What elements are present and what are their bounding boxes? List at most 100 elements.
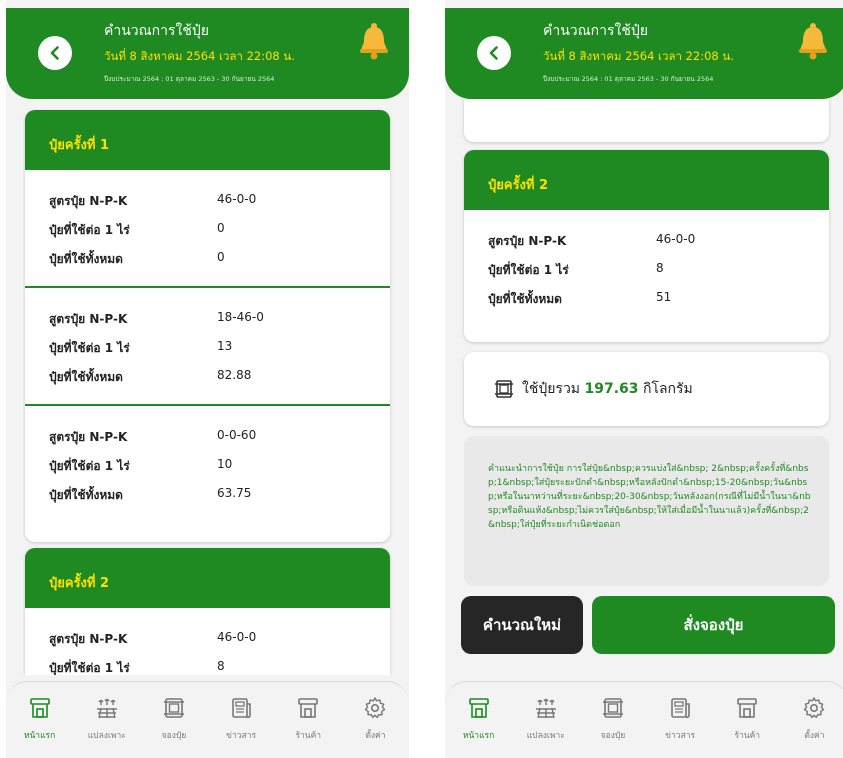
- date-time-text: วันที่ 8 สิงหาคม 2564 เวลา 22:08 น.: [104, 49, 295, 63]
- nav-item-shop[interactable]: ร้านค้า: [714, 682, 781, 758]
- fertilizer-entry: สูตรปุ๋ย N-P-K 46-0-0 ปุ๋ยที่ใช้ต่อ 1 ไร่…: [25, 608, 390, 675]
- sack-icon: [495, 380, 513, 398]
- phone-screen-right: คำนวณการใช้ปุ๋ย วันที่ 8 สิงหาคม 2564 เว…: [445, 0, 843, 758]
- card-title: ปุ๋ยครั้งที่ 2: [25, 548, 390, 608]
- nav-label: ตั้งค่า: [804, 731, 825, 741]
- recalculate-button[interactable]: คำนวณใหม่: [461, 596, 583, 654]
- chevron-left-icon: [489, 46, 498, 60]
- nav-label: ร้านค้า: [734, 731, 761, 741]
- per-rai-value: 10: [217, 457, 233, 471]
- card-title: ปุ๋ยครั้งที่ 2: [464, 150, 829, 210]
- per-rai-label: ปุ๋ยที่ใช้ต่อ 1 ไร่: [49, 341, 130, 355]
- total-amount: 197.63: [584, 381, 639, 397]
- total-fertilizer-box: ใช้ปุ๋ยรวม 197.63 กิโลกรัม: [464, 352, 829, 426]
- page-title: คำนวณการใช้ปุ๋ย: [543, 23, 648, 39]
- bell-icon[interactable]: [796, 22, 830, 60]
- nav-item-order[interactable]: จองปุ๋ย: [140, 682, 207, 758]
- season-text: ปีงบประมาณ 2564 : 01 ตุลาคม 2563 - 30 กั…: [104, 75, 275, 83]
- total-summary: ใช้ปุ๋ยรวม 197.63 กิโลกรัม: [522, 378, 693, 400]
- formula-value: 0-0-60: [217, 428, 257, 442]
- phone-screen-left: คำนวณการใช้ปุ๋ย วันที่ 8 สิงหาคม 2564 เว…: [6, 0, 409, 758]
- plant-plot-icon: [535, 698, 556, 719]
- formula-value: 46-0-0: [217, 630, 257, 644]
- fertilizer-entry: สูตรปุ๋ย N-P-K 18-46-0 ปุ๋ยที่ใช้ต่อ 1 ไร…: [25, 288, 390, 406]
- gear-icon: [804, 697, 825, 719]
- total-unit: กิโลกรัม: [642, 381, 693, 397]
- fertilizer-entry: สูตรปุ๋ย N-P-K 46-0-0 ปุ๋ยที่ใช้ต่อ 1 ไร่…: [464, 210, 829, 328]
- nav-label: ตั้งค่า: [365, 731, 386, 741]
- formula-value: 46-0-0: [217, 192, 257, 206]
- scroll-content[interactable]: ปุ๋ยครั้งที่ 1 สูตรปุ๋ย N-P-K 46-0-0 ปุ๋ย…: [6, 100, 409, 675]
- formula-label: สูตรปุ๋ย N-P-K: [49, 312, 128, 326]
- nav-item-order[interactable]: จองปุ๋ย: [579, 682, 646, 758]
- bottom-nav: หน้าแรก แปลงเพาะ จองปุ๋ย ข่าวสาร ร้านค้า…: [6, 681, 409, 758]
- fertilizer-entry: สูตรปุ๋ย N-P-K 46-0-0 ปุ๋ยที่ใช้ต่อ 1 ไร่…: [25, 170, 390, 288]
- total-value: 0: [217, 250, 225, 264]
- news-icon: [232, 698, 251, 719]
- store-icon: [468, 698, 489, 718]
- nav-label: หน้าแรก: [23, 731, 56, 741]
- bell-icon[interactable]: [357, 22, 391, 60]
- per-rai-label: ปุ๋ยที่ใช้ต่อ 1 ไร่: [488, 263, 569, 277]
- card-title: ปุ๋ยครั้งที่ 1: [25, 110, 390, 170]
- nav-item-plots[interactable]: แปลงเพาะ: [73, 682, 140, 758]
- fertilizer-sack-icon: [602, 698, 623, 718]
- order-fertilizer-button[interactable]: สั่งจองปุ๋ย: [592, 596, 835, 654]
- per-rai-value: 0: [217, 221, 225, 235]
- advice-text: คำแนะนำการใช้ปุ๋ย การใส่ปุ๋ย&nbsp;ควรแบ่…: [488, 464, 811, 530]
- total-value: 51: [656, 290, 672, 304]
- chevron-left-icon: [50, 46, 59, 60]
- fertilizer-round-card: ปุ๋ยครั้งที่ 1 สูตรปุ๋ย N-P-K 46-0-0 ปุ๋ย…: [25, 110, 390, 542]
- nav-item-settings[interactable]: ตั้งค่า: [781, 682, 843, 758]
- nav-label: หน้าแรก: [462, 731, 495, 741]
- nav-label: ร้านค้า: [295, 731, 322, 741]
- date-time-text: วันที่ 8 สิงหาคม 2564 เวลา 22:08 น.: [543, 49, 734, 63]
- scroll-content[interactable]: ปุ๋ยครั้งที่ 2 สูตรปุ๋ย N-P-K 46-0-0 ปุ๋ย…: [445, 100, 843, 675]
- nav-item-plots[interactable]: แปลงเพาะ: [512, 682, 579, 758]
- page-title: คำนวณการใช้ปุ๋ย: [104, 23, 209, 39]
- per-rai-label: ปุ๋ยที่ใช้ต่อ 1 ไร่: [49, 223, 130, 237]
- store-icon: [29, 698, 50, 718]
- total-value: 63.75: [217, 486, 252, 500]
- nav-item-home[interactable]: หน้าแรก: [445, 682, 512, 758]
- season-text: ปีงบประมาณ 2564 : 01 ตุลาคม 2563 - 30 กั…: [543, 75, 714, 83]
- nav-label: แปลงเพาะ: [87, 731, 126, 741]
- plant-plot-icon: [96, 698, 117, 719]
- total-prefix: ใช้ปุ๋ยรวม: [522, 381, 581, 397]
- nav-label: จองปุ๋ย: [600, 731, 626, 741]
- news-icon: [671, 698, 690, 719]
- total-label: ปุ๋ยที่ใช้ทั้งหมด: [49, 370, 123, 384]
- per-rai-value: 8: [217, 659, 225, 673]
- per-rai-value: 13: [217, 339, 233, 353]
- formula-value: 46-0-0: [656, 232, 696, 246]
- total-value: 82.88: [217, 368, 252, 382]
- app-header: คำนวณการใช้ปุ๋ย วันที่ 8 สิงหาคม 2564 เว…: [6, 8, 409, 99]
- nav-item-shop[interactable]: ร้านค้า: [275, 682, 342, 758]
- shop-icon: [298, 698, 319, 718]
- formula-label: สูตรปุ๋ย N-P-K: [488, 234, 567, 248]
- nav-item-news[interactable]: ข่าวสาร: [647, 682, 714, 758]
- fertilizer-sack-icon: [163, 698, 184, 718]
- per-rai-label: ปุ๋ยที่ใช้ต่อ 1 ไร่: [49, 459, 130, 473]
- previous-card-bottom: [464, 100, 829, 142]
- advice-box: คำแนะนำการใช้ปุ๋ย การใส่ปุ๋ย&nbsp;ควรแบ่…: [464, 436, 829, 586]
- back-button[interactable]: [38, 36, 72, 70]
- nav-label: แปลงเพาะ: [526, 731, 565, 741]
- shop-icon: [737, 698, 758, 718]
- total-label: ปุ๋ยที่ใช้ทั้งหมด: [49, 252, 123, 266]
- total-label: ปุ๋ยที่ใช้ทั้งหมด: [49, 488, 123, 502]
- formula-label: สูตรปุ๋ย N-P-K: [49, 430, 128, 444]
- nav-item-home[interactable]: หน้าแรก: [6, 682, 73, 758]
- nav-item-news[interactable]: ข่าวสาร: [208, 682, 275, 758]
- formula-label: สูตรปุ๋ย N-P-K: [49, 632, 128, 646]
- bottom-nav: หน้าแรก แปลงเพาะ จองปุ๋ย ข่าวสาร ร้านค้า…: [445, 681, 843, 758]
- app-header: คำนวณการใช้ปุ๋ย วันที่ 8 สิงหาคม 2564 เว…: [445, 8, 843, 99]
- fertilizer-round-card: ปุ๋ยครั้งที่ 2 สูตรปุ๋ย N-P-K 46-0-0 ปุ๋ย…: [25, 548, 390, 675]
- total-label: ปุ๋ยที่ใช้ทั้งหมด: [488, 292, 562, 306]
- nav-label: ข่าวสาร: [665, 731, 696, 741]
- fertilizer-round-card: ปุ๋ยครั้งที่ 2 สูตรปุ๋ย N-P-K 46-0-0 ปุ๋ย…: [464, 150, 829, 342]
- back-button[interactable]: [477, 36, 511, 70]
- per-rai-label: ปุ๋ยที่ใช้ต่อ 1 ไร่: [49, 661, 130, 675]
- nav-item-settings[interactable]: ตั้งค่า: [342, 682, 409, 758]
- nav-label: จองปุ๋ย: [161, 731, 187, 741]
